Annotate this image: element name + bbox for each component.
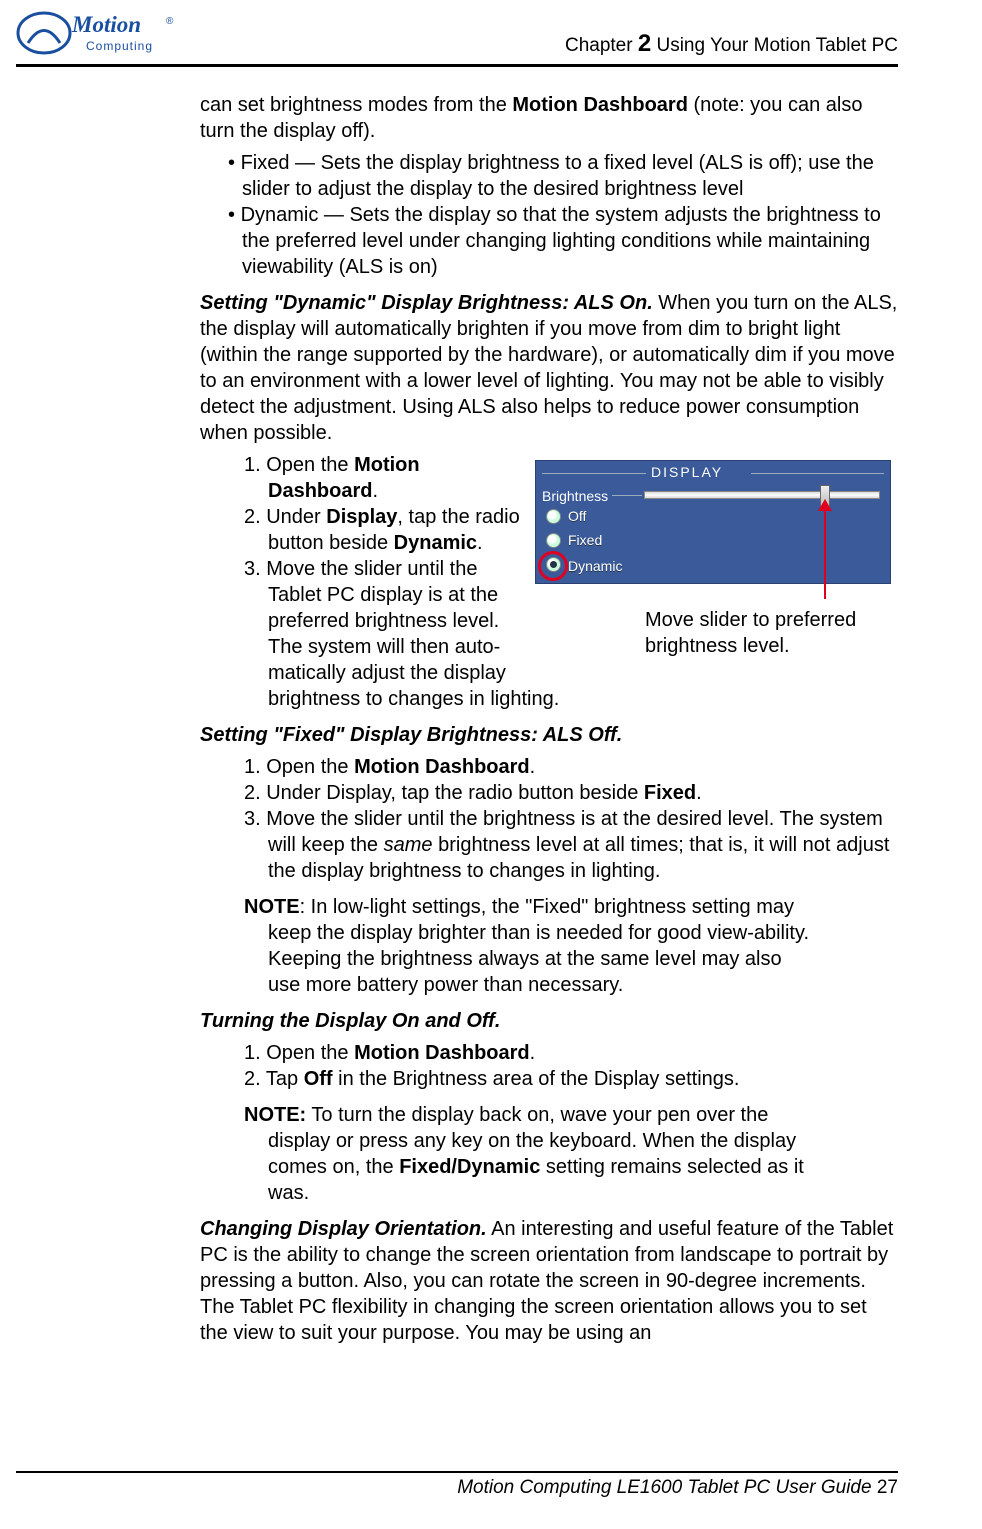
annotation-arrow [824,507,826,599]
radio-fixed-label: Fixed [568,531,602,549]
chapter-label: Chapter [565,35,638,56]
onoff-note: NOTE: To turn the display back on, wave … [244,1102,898,1206]
radio-off[interactable] [546,509,561,524]
fixed-section-heading-p: Setting "Fixed" Display Brightness: ALS … [200,722,898,748]
motion-computing-logo: Motion ® Computing [16,8,186,65]
orientation-section-heading: Changing Display Orientation. [200,1218,487,1240]
figure-caption: Move slider to preferred brightness leve… [645,608,898,659]
dynamic-section-heading: Setting "Dynamic" Display Brightness: AL… [200,292,653,314]
dashboard-display-panel: DISPLAY Brightness Off Fixed Dynamic [535,460,891,584]
radio-dynamic-label: Dynamic [568,557,622,575]
svg-text:Computing: Computing [86,39,153,53]
fixed-step-3: 3. Move the slider until the brightness … [244,806,898,884]
intro-paragraph: can set brightness modes from the Motion… [200,92,898,144]
fixed-step-2: 2. Under Display, tap the radio button b… [244,780,898,806]
fixed-step-1: 1. Open the Motion Dashboard. [244,754,898,780]
dynamic-section-paragraph: Setting "Dynamic" Display Brightness: AL… [200,290,898,446]
header-rule [16,64,898,67]
onoff-step-2: 2. Tap Off in the Brightness area of the… [244,1066,898,1092]
fixed-steps: 1. Open the Motion Dashboard. 2. Under D… [200,754,898,998]
radio-off-label: Off [568,507,586,525]
svg-text:®: ® [166,16,174,27]
orientation-section-paragraph: Changing Display Orientation. An interes… [200,1216,898,1346]
onoff-step-1: 1. Open the Motion Dashboard. [244,1040,898,1066]
brightness-label: Brightness [542,487,608,505]
fixed-note: NOTE: In low-light settings, the "Fixed"… [244,894,898,998]
footer-rule [16,1471,898,1473]
svg-text:Motion: Motion [71,12,141,37]
onoff-steps: 1. Open the Motion Dashboard. 2. Tap Off… [200,1040,898,1206]
chapter-number: 2 [638,30,651,57]
footer-text: Motion Computing LE1600 Tablet PC User G… [457,1476,898,1501]
display-panel-figure: DISPLAY Brightness Off Fixed Dynamic Mov… [535,460,898,659]
bullet-dynamic: Dynamic — Sets the display so that the s… [228,202,898,280]
chapter-title: Using Your Motion Tablet PC [651,35,898,56]
panel-title: DISPLAY [651,463,723,481]
radio-fixed[interactable] [546,533,561,548]
annotation-circle [538,551,568,581]
page-header: Motion ® Computing Chapter 2 Using Your … [16,8,898,66]
fixed-section-heading: Setting "Fixed" Display Brightness: ALS … [200,724,622,746]
brightness-mode-bullets: Fixed — Sets the display brightness to a… [200,150,898,280]
chapter-heading: Chapter 2 Using Your Motion Tablet PC [565,28,898,59]
onoff-section-heading-p: Turning the Display On and Off. [200,1008,898,1034]
bullet-fixed: Fixed — Sets the display brightness to a… [228,150,898,202]
brightness-slider[interactable] [644,491,880,499]
annotation-arrow-head [818,499,832,511]
onoff-section-heading: Turning the Display On and Off. [200,1010,500,1032]
